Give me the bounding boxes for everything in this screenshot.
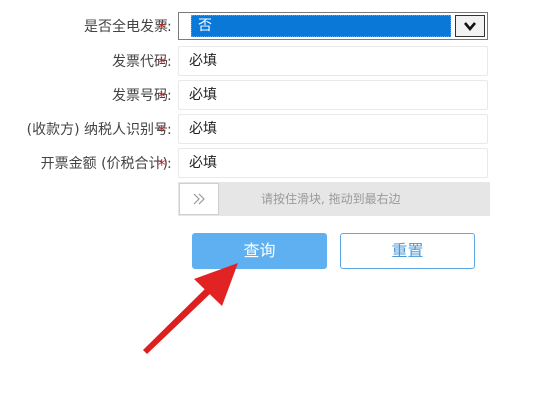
red-arrow-annotation (143, 263, 238, 354)
arrow-shaft (143, 286, 212, 354)
